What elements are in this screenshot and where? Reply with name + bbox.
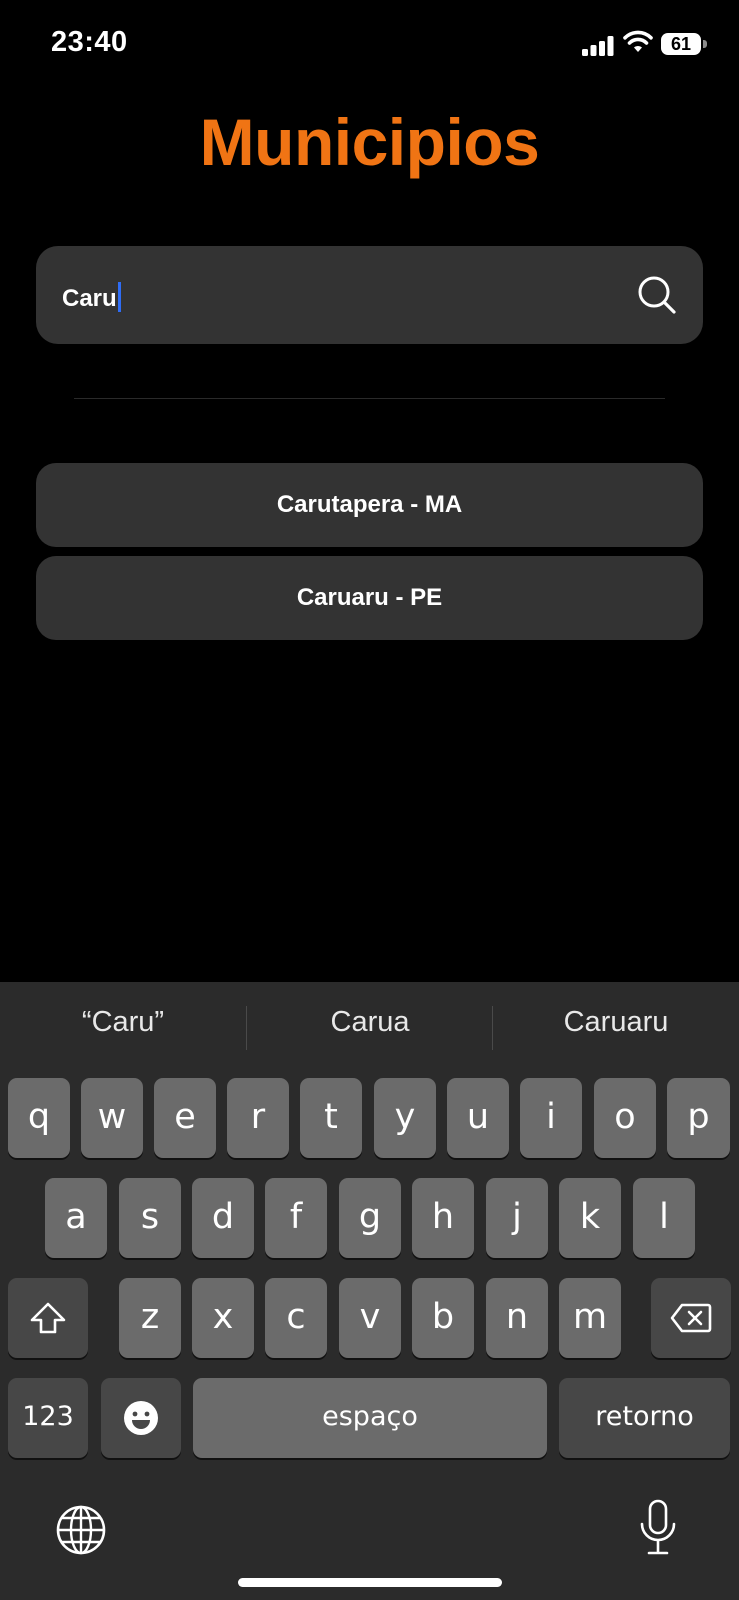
shift-key[interactable] [8, 1278, 88, 1358]
key-e[interactable]: e [154, 1078, 216, 1158]
suggestion-bar: “Caru” Carua Caruaru [0, 982, 739, 1072]
cellular-signal-icon [582, 36, 614, 56]
home-indicator [238, 1578, 502, 1587]
search-value-text: Caru [62, 285, 117, 312]
wifi-icon [623, 30, 653, 52]
status-bar: 23:40 61 [0, 0, 739, 90]
result-item[interactable]: Caruaru - PE [36, 556, 703, 640]
key-m[interactable]: m [559, 1278, 621, 1358]
status-time: 23:40 [51, 26, 128, 58]
key-a[interactable]: a [45, 1178, 107, 1258]
result-label: Caruaru - PE [296, 584, 443, 611]
screen: 23:40 61 Municipios Caru Carutapera - MA… [0, 0, 739, 1600]
globe-icon[interactable] [55, 1504, 107, 1556]
key-o[interactable]: o [594, 1078, 656, 1158]
space-key[interactable]: espaço [193, 1378, 547, 1458]
return-key[interactable]: retorno [559, 1378, 730, 1458]
result-label: Carutapera - MA [276, 491, 463, 518]
search-field[interactable]: Caru [36, 246, 703, 344]
key-x[interactable]: x [192, 1278, 254, 1358]
suggestion-item[interactable]: Caruaru [493, 1006, 739, 1039]
key-r[interactable]: r [227, 1078, 289, 1158]
keyboard: “Caru” Carua Caruaru q w e r t y u i o p… [0, 982, 739, 1600]
key-t[interactable]: t [300, 1078, 362, 1158]
key-d[interactable]: d [192, 1178, 254, 1258]
suggestion-item[interactable]: Carua [247, 1006, 493, 1039]
microphone-icon[interactable] [636, 1498, 680, 1558]
backspace-key[interactable] [651, 1278, 731, 1358]
key-q[interactable]: q [8, 1078, 70, 1158]
key-v[interactable]: v [339, 1278, 401, 1358]
key-y[interactable]: y [374, 1078, 436, 1158]
numbers-key[interactable]: 123 [8, 1378, 88, 1458]
text-caret [117, 282, 121, 312]
divider [74, 398, 665, 399]
key-g[interactable]: g [339, 1178, 401, 1258]
key-k[interactable]: k [559, 1178, 621, 1258]
emoji-icon [124, 1401, 158, 1435]
key-s[interactable]: s [119, 1178, 181, 1258]
key-f[interactable]: f [265, 1178, 327, 1258]
key-h[interactable]: h [412, 1178, 474, 1258]
search-input[interactable]: Caru [62, 282, 121, 313]
key-b[interactable]: b [412, 1278, 474, 1358]
suggestion-item[interactable]: “Caru” [0, 1006, 246, 1039]
backspace-icon [670, 1303, 712, 1333]
key-i[interactable]: i [520, 1078, 582, 1158]
battery-icon: 61 [661, 33, 701, 55]
page-title: Municipios [199, 105, 540, 179]
battery-tip [703, 40, 707, 48]
search-icon[interactable] [637, 275, 677, 315]
key-u[interactable]: u [447, 1078, 509, 1158]
key-l[interactable]: l [633, 1178, 695, 1258]
emoji-key[interactable] [101, 1378, 181, 1458]
key-p[interactable]: p [667, 1078, 730, 1158]
key-z[interactable]: z [119, 1278, 181, 1358]
result-item[interactable]: Carutapera - MA [36, 463, 703, 547]
shift-icon [30, 1302, 66, 1334]
key-n[interactable]: n [486, 1278, 548, 1358]
key-j[interactable]: j [486, 1178, 548, 1258]
key-c[interactable]: c [265, 1278, 327, 1358]
key-w[interactable]: w [81, 1078, 143, 1158]
